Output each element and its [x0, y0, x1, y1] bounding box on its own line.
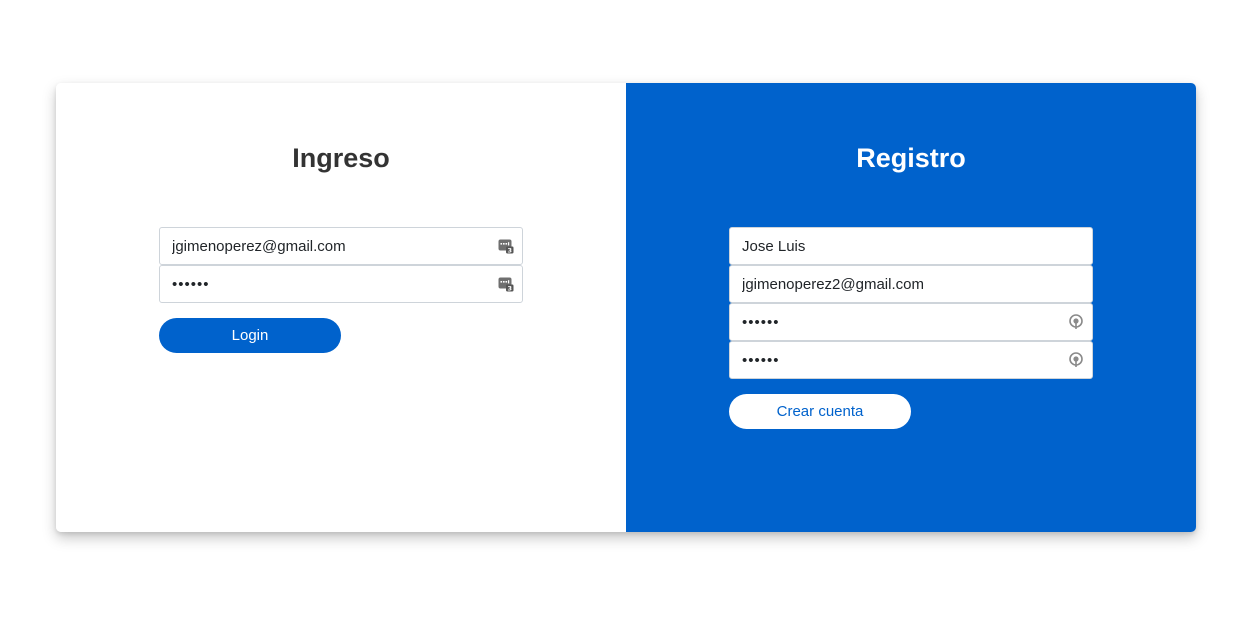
login-password-input[interactable]	[160, 266, 522, 302]
register-email-input[interactable]	[730, 266, 1092, 302]
svg-text:3: 3	[507, 284, 512, 292]
auth-card: Ingreso 3 3	[56, 83, 1196, 532]
register-password-field[interactable]	[729, 303, 1093, 341]
register-email-field[interactable]	[729, 265, 1093, 303]
login-email-field[interactable]: 3	[159, 227, 523, 265]
register-password-confirm-input[interactable]	[730, 342, 1092, 378]
password-manager-key-icon[interactable]: 3	[498, 238, 514, 254]
register-name-field[interactable]	[729, 227, 1093, 265]
register-password-confirm-field[interactable]	[729, 341, 1093, 379]
register-password-input[interactable]	[730, 304, 1092, 340]
password-generator-icon[interactable]	[1068, 314, 1084, 330]
create-account-button[interactable]: Crear cuenta	[729, 394, 911, 429]
register-panel: Registro Crear cuenta	[626, 83, 1196, 532]
register-title: Registro	[856, 143, 966, 173]
login-email-input[interactable]	[160, 228, 522, 264]
login-title: Ingreso	[292, 143, 390, 173]
register-name-input[interactable]	[730, 228, 1092, 264]
login-panel: Ingreso 3 3	[56, 83, 626, 532]
login-password-field[interactable]: 3	[159, 265, 523, 303]
password-generator-icon[interactable]	[1068, 352, 1084, 368]
password-manager-key-icon[interactable]: 3	[498, 276, 514, 292]
login-button[interactable]: Login	[159, 318, 341, 353]
svg-text:3: 3	[507, 246, 512, 254]
